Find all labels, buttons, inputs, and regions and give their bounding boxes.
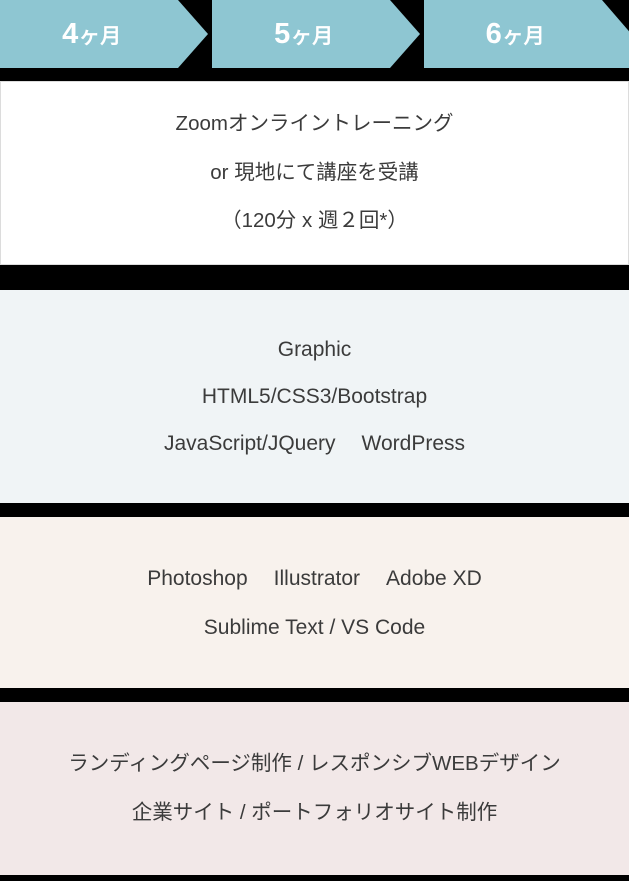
tools-panel: Photoshop Illustrator Adobe XD Sublime Tex… [0,517,629,688]
timeline-step-3-unit: ヶ月 [502,24,546,48]
training-line-1: Zoomオンライントレーニング [175,112,454,136]
timeline-step-2-number: 5 [274,17,291,50]
timeline-step-1-number: 4 [62,17,79,50]
tools-line-1: Photoshop Illustrator Adobe XD [147,568,482,589]
training-line-2: or 現地にて講座を受講 [210,160,419,184]
timeline-step-2-label: 5ヶ月 [274,17,334,50]
timeline-step-2-unit: ヶ月 [290,24,334,48]
timeline-step-1[interactable]: 4ヶ月 [0,0,208,68]
skills-line-3: JavaScript/JQuery WordPress [164,433,465,454]
tools-item-adobe-xd: Adobe XD [386,566,482,590]
tools-item-illustrator: Illustrator [273,566,361,590]
tools-item-photoshop: Photoshop [147,566,248,590]
curriculum-timeline-infographic: 4ヶ月 5ヶ月 6ヶ月 Zoomオンライントレーニング or 現地にて講座を受講… [0,0,629,881]
timeline-step-1-unit: ヶ月 [78,24,122,48]
timeline-step-3-label: 6ヶ月 [485,17,546,50]
timeline-step-3-number: 6 [485,17,503,50]
deliverables-line-1: ランディングページ制作 / レスポンシブWEBデザイン [68,752,561,775]
skills-item-javascript: JavaScript/JQuery [163,432,336,455]
training-format-panel: Zoomオンライントレーニング or 現地にて講座を受講 （120分 x 週２回… [0,81,629,265]
deliverables-line-2: 企業サイト / ポートフォリオサイト制作 [131,800,498,824]
deliverables-panel: ランディングページ制作 / レスポンシブWEBデザイン 企業サイト / ポートフ… [0,702,629,875]
timeline-header: 4ヶ月 5ヶ月 6ヶ月 [0,0,629,68]
timeline-step-3[interactable]: 6ヶ月 [424,0,629,68]
timeline-step-2[interactable]: 5ヶ月 [212,0,420,68]
skills-line-2: HTML5/CSS3/Bootstrap [201,385,428,408]
skills-item-wordpress: WordPress [361,432,466,455]
skills-panel: Graphic HTML5/CSS3/Bootstrap JavaScript/… [0,290,629,503]
skills-line-1: Graphic [277,338,352,361]
training-line-3: （120分 x 週２回*） [221,209,408,233]
tools-line-2: Sublime Text / VS Code [203,615,426,639]
timeline-step-1-label: 4ヶ月 [62,17,122,50]
